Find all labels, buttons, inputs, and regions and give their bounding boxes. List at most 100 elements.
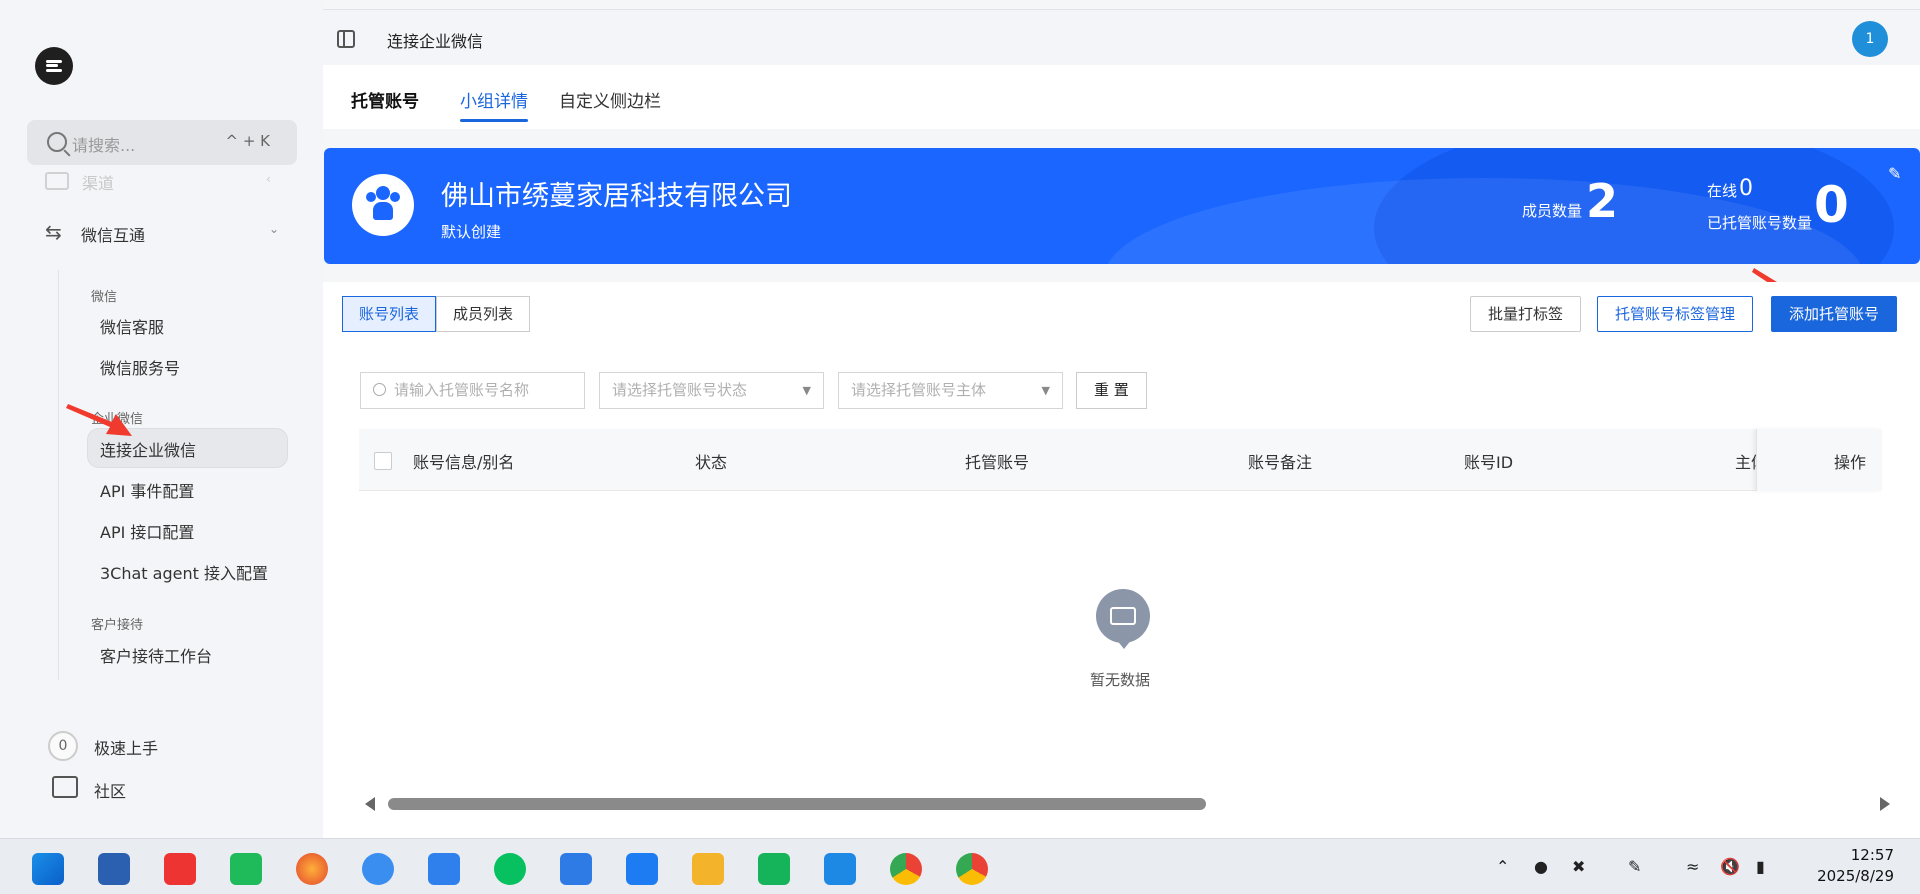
search-placeholder: 请搜索... bbox=[72, 136, 136, 155]
sidebar-item-connect-wecom[interactable]: 连接企业微信 bbox=[100, 437, 196, 461]
sidebar-item-wechat-service[interactable]: 微信客服 bbox=[100, 314, 164, 338]
col-account-id: 账号ID bbox=[1464, 453, 1514, 472]
edit-icon[interactable]: ✎ bbox=[1888, 164, 1902, 183]
quick-start-badge: 0 bbox=[48, 731, 78, 761]
firefox-icon[interactable] bbox=[296, 853, 328, 885]
collapse-sidebar-icon[interactable] bbox=[337, 30, 355, 48]
batch-tag-button[interactable]: 批量打标签 bbox=[1470, 296, 1582, 332]
company-name: 佛山市绣蔓家居科技有限公司 bbox=[441, 181, 792, 212]
sidebar-group-label: 微信互通 bbox=[81, 226, 146, 245]
scroll-left-icon[interactable] bbox=[365, 797, 375, 811]
windows-start-icon[interactable] bbox=[32, 853, 64, 885]
table-header: 账号信息/别名 状态 托管账号 账号备注 账号ID 主体 操作 bbox=[359, 429, 1882, 491]
account-subject-placeholder: 请选择托管账号主体 bbox=[851, 381, 987, 399]
sidebar-group-wechat-interop[interactable]: ⇆ 微信互通 ⌄ bbox=[45, 218, 285, 246]
seg-member-list[interactable]: 成员列表 bbox=[436, 296, 531, 332]
chevron-up-icon[interactable]: ⌃ bbox=[1496, 857, 1509, 876]
empty-state-text: 暂无数据 bbox=[1090, 671, 1151, 689]
notepad-icon[interactable] bbox=[560, 853, 592, 885]
online-count: 0 bbox=[1739, 176, 1753, 201]
page-title: 连接企业微信 bbox=[387, 32, 484, 51]
add-hosted-account-button[interactable]: 添加托管账号 bbox=[1771, 296, 1898, 332]
tray-app-icon[interactable]: ● bbox=[1534, 857, 1548, 876]
hosted-count-label: 已托管账号数量 bbox=[1707, 214, 1813, 232]
user-avatar[interactable]: 1 bbox=[1852, 21, 1888, 57]
view-switch: 账号列表 成员列表 bbox=[342, 296, 531, 332]
sidebar-item-api-events[interactable]: API 事件配置 bbox=[100, 478, 194, 502]
account-subject-select[interactable]: 请选择托管账号主体 ▼ bbox=[838, 372, 1063, 409]
col-actions: 操作 bbox=[1833, 453, 1866, 472]
tab-hosted-accounts[interactable]: 托管账号 bbox=[351, 87, 419, 112]
vscode-icon[interactable] bbox=[824, 853, 856, 885]
lark-icon[interactable] bbox=[626, 853, 658, 885]
col-account-info: 账号信息/别名 bbox=[413, 453, 515, 472]
reset-button[interactable]: 重 置 bbox=[1076, 372, 1147, 409]
taskbar: ⌃ ● ✖ ✎ ≈ 🔇 ▮ 12:57 2025/8/29 bbox=[0, 838, 1920, 894]
top-header: 连接企业微信 1 bbox=[323, 10, 1920, 65]
account-name-placeholder: 请输入托管账号名称 bbox=[394, 381, 530, 399]
store-icon[interactable] bbox=[98, 853, 130, 885]
annotation-arrow-left bbox=[66, 404, 132, 436]
scroll-thumb[interactable] bbox=[388, 798, 1206, 810]
volume-muted-icon[interactable]: 🔇 bbox=[1720, 857, 1740, 876]
clock-time: 12:57 bbox=[1850, 846, 1894, 864]
system-clock[interactable]: 12:57 2025/8/29 bbox=[1817, 845, 1894, 887]
search-icon bbox=[373, 383, 386, 396]
wps-icon[interactable] bbox=[164, 853, 196, 885]
section-title-reception: 客户接待 bbox=[91, 618, 144, 633]
horizontal-scrollbar[interactable] bbox=[365, 795, 1890, 811]
battery-icon[interactable]: ▮ bbox=[1756, 857, 1765, 876]
tab-bar: 托管账号 小组详情 自定义侧边栏 bbox=[323, 65, 1920, 129]
pen-tablet-icon[interactable]: ✎ bbox=[1628, 857, 1641, 876]
messages-icon[interactable] bbox=[758, 853, 790, 885]
tag-manage-button[interactable]: 托管账号标签管理 bbox=[1597, 296, 1754, 332]
tab-custom-sidebar[interactable]: 自定义侧边栏 bbox=[559, 87, 661, 112]
sidebar-item-reception-desk[interactable]: 客户接待工作台 bbox=[100, 643, 212, 667]
account-status-select[interactable]: 请选择托管账号状态 ▼ bbox=[599, 372, 824, 409]
hosted-count: 0 bbox=[1814, 176, 1849, 234]
chevron-down-icon: ⌄ bbox=[268, 222, 279, 236]
caret-down-icon: ▼ bbox=[1041, 384, 1050, 397]
sidebar-item-wechat-official[interactable]: 微信服务号 bbox=[100, 355, 180, 379]
col-hosted-account: 托管账号 bbox=[965, 453, 1030, 472]
member-count: 2 bbox=[1586, 174, 1619, 228]
wifi-icon[interactable]: ≈ bbox=[1686, 857, 1699, 876]
select-all-checkbox[interactable] bbox=[374, 452, 392, 470]
section-title-wechat: 微信 bbox=[91, 290, 118, 305]
tree-line bbox=[58, 270, 59, 680]
chrome-icon[interactable] bbox=[890, 853, 922, 885]
close-circle-icon[interactable]: ✖ bbox=[1572, 857, 1585, 876]
exchange-arrows-icon: ⇆ bbox=[45, 220, 62, 244]
app-green-bag-icon[interactable] bbox=[230, 853, 262, 885]
sidebar-search[interactable]: 请搜索... ^ + K bbox=[27, 120, 297, 165]
caret-down-icon: ▼ bbox=[802, 384, 811, 397]
col-account-note: 账号备注 bbox=[1248, 453, 1313, 472]
chat-app-icon[interactable] bbox=[362, 853, 394, 885]
chrome-profile-icon[interactable] bbox=[956, 853, 988, 885]
tab-group-details[interactable]: 小组详情 bbox=[460, 87, 528, 122]
chevron-left-icon: ‹ bbox=[266, 172, 271, 186]
seg-account-list[interactable]: 账号列表 bbox=[342, 296, 437, 332]
sidebar: 渠道 ‹ 请搜索... ^ + K ⇆ 微信互通 ⌄ 微信 微信客服 微信服务号… bbox=[0, 0, 323, 838]
group-banner: 佛山市绣蔓家居科技有限公司 默认创建 成员数量 2 在线 0 已托管账号数量 0… bbox=[324, 148, 1920, 264]
mail-icon[interactable] bbox=[428, 853, 460, 885]
app-logo[interactable] bbox=[35, 47, 73, 85]
sidebar-item-3chat-agent[interactable]: 3Chat agent 接入配置 bbox=[100, 560, 268, 584]
group-avatar-icon bbox=[352, 174, 414, 236]
folder-icon[interactable] bbox=[692, 853, 724, 885]
sidebar-item-api-interface[interactable]: API 接口配置 bbox=[100, 519, 194, 543]
group-subtitle: 默认创建 bbox=[441, 223, 502, 241]
search-shortcut: ^ + K bbox=[225, 132, 270, 150]
search-icon bbox=[47, 132, 67, 152]
wechat-icon[interactable] bbox=[494, 853, 526, 885]
chat-bubbles-icon bbox=[52, 776, 78, 798]
clock-date: 2025/8/29 bbox=[1817, 867, 1894, 885]
inbox-icon bbox=[1096, 589, 1150, 649]
scroll-right-icon[interactable] bbox=[1880, 797, 1890, 811]
account-name-input[interactable]: 请输入托管账号名称 bbox=[360, 372, 585, 409]
channel-icon bbox=[45, 172, 69, 190]
sidebar-item-channel[interactable]: 渠道 bbox=[82, 170, 114, 194]
main-content: 账号列表 成员列表 批量打标签 托管账号标签管理 添加托管账号 请输入托管账号名… bbox=[323, 282, 1920, 838]
account-status-placeholder: 请选择托管账号状态 bbox=[612, 381, 748, 399]
online-label: 在线 bbox=[1707, 182, 1738, 200]
